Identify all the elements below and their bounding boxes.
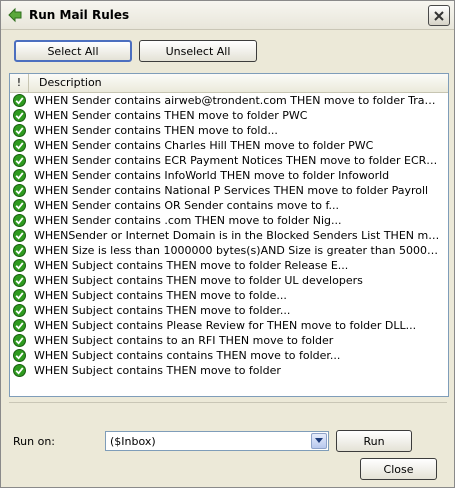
flag-column-header[interactable]: ! [10, 74, 29, 92]
checked-checkbox-icon[interactable] [10, 259, 28, 272]
rule-description: WHENSender or Internet Domain is in the … [34, 229, 446, 242]
rule-description: WHEN Sender contains OR Sender contains … [34, 199, 340, 212]
close-icon [434, 10, 444, 21]
rule-description: WHEN Sender contains airweb@trondent.com… [34, 94, 441, 107]
rule-row[interactable]: WHEN Subject contains contains THEN move… [10, 348, 446, 363]
rule-description: WHEN Sender contains InfoWorld THEN move… [34, 169, 390, 182]
rule-row[interactable]: WHEN Subject contains THEN move to folde… [10, 363, 446, 378]
rules-list[interactable]: ! Description WHEN Sender contains airwe… [9, 73, 449, 397]
list-header: ! Description [10, 74, 448, 93]
rule-row[interactable]: WHEN Sender contains OR Sender contains … [10, 198, 446, 213]
checked-checkbox-icon[interactable] [10, 169, 28, 182]
rule-description: WHEN Subject contains to an RFI THEN mov… [34, 334, 334, 347]
rule-row[interactable]: WHEN Sender contains National P Services… [10, 183, 446, 198]
checked-checkbox-icon[interactable] [10, 214, 28, 227]
close-window-button[interactable] [428, 5, 450, 26]
rule-row[interactable]: WHEN Size is less than 1000000 bytes(s)A… [10, 243, 446, 258]
rule-description: WHEN Sender contains Charles Hill THEN m… [34, 139, 374, 152]
rule-description: WHEN Subject contains THEN move to folde… [34, 259, 349, 272]
run-on-label: Run on: [13, 435, 55, 448]
checked-checkbox-icon[interactable] [10, 289, 28, 302]
rule-description: WHEN Subject contains THEN move to folde… [34, 274, 363, 287]
rule-row[interactable]: WHEN Sender contains THEN move to fold..… [10, 123, 446, 138]
window-title: Run Mail Rules [29, 8, 130, 22]
mail-rules-icon [8, 7, 22, 23]
rule-description: WHEN Sender contains .com THEN move to f… [34, 214, 342, 227]
close-button[interactable]: Close [360, 458, 437, 480]
rule-row[interactable]: WHENSender or Internet Domain is in the … [10, 228, 446, 243]
rule-description: WHEN Size is less than 1000000 bytes(s)A… [34, 244, 446, 257]
rule-row[interactable]: WHEN Sender contains Charles Hill THEN m… [10, 138, 446, 153]
checked-checkbox-icon[interactable] [10, 94, 28, 107]
rule-row[interactable]: WHEN Subject contains THEN move to folde… [10, 258, 446, 273]
run-button[interactable]: Run [336, 430, 412, 452]
rule-row[interactable]: WHEN Subject contains to an RFI THEN mov… [10, 333, 446, 348]
checked-checkbox-icon[interactable] [10, 274, 28, 287]
rule-description: WHEN Subject contains THEN move to folde… [34, 304, 291, 317]
rule-description: WHEN Subject contains contains THEN move… [34, 349, 341, 362]
rules-rows: WHEN Sender contains airweb@trondent.com… [10, 93, 446, 378]
checked-checkbox-icon[interactable] [10, 154, 28, 167]
chevron-down-icon[interactable] [311, 433, 327, 449]
run-on-select[interactable]: ($Inbox) [105, 431, 329, 451]
rule-row[interactable]: WHEN Subject contains Please Review for … [10, 318, 446, 333]
rule-description: WHEN Sender contains ECR Payment Notices… [34, 154, 446, 167]
rule-row[interactable]: WHEN Subject contains THEN move to folde… [10, 303, 446, 318]
checked-checkbox-icon[interactable] [10, 244, 28, 257]
checked-checkbox-icon[interactable] [10, 229, 28, 242]
checked-checkbox-icon[interactable] [10, 184, 28, 197]
checked-checkbox-icon[interactable] [10, 124, 28, 137]
rule-row[interactable]: WHEN Sender contains ECR Payment Notices… [10, 153, 446, 168]
rule-description: WHEN Subject contains THEN move to folde… [34, 289, 287, 302]
select-all-button[interactable]: Select All [14, 40, 132, 62]
rule-row[interactable]: WHEN Sender contains InfoWorld THEN move… [10, 168, 446, 183]
run-on-value: ($Inbox) [110, 434, 156, 448]
checked-checkbox-icon[interactable] [10, 364, 28, 377]
checked-checkbox-icon[interactable] [10, 304, 28, 317]
rule-description: WHEN Sender contains National P Services… [34, 184, 429, 197]
checked-checkbox-icon[interactable] [10, 319, 28, 332]
checked-checkbox-icon[interactable] [10, 109, 28, 122]
checked-checkbox-icon[interactable] [10, 139, 28, 152]
rule-description: WHEN Sender contains THEN move to fold..… [34, 124, 278, 137]
description-column-header[interactable]: Description [29, 74, 448, 92]
checked-checkbox-icon[interactable] [10, 199, 28, 212]
run-mail-rules-dialog: Run Mail Rules Select All Unselect All !… [0, 0, 455, 488]
rule-row[interactable]: WHEN Sender contains .com THEN move to f… [10, 213, 446, 228]
rule-row[interactable]: WHEN Sender contains THEN move to folder… [10, 108, 446, 123]
rule-row[interactable]: WHEN Sender contains airweb@trondent.com… [10, 93, 446, 108]
rule-description: WHEN Subject contains THEN move to folde… [34, 364, 281, 377]
rule-row[interactable]: WHEN Subject contains THEN move to folde… [10, 288, 446, 303]
rule-row[interactable]: WHEN Subject contains THEN move to folde… [10, 273, 446, 288]
rule-description: WHEN Sender contains THEN move to folder… [34, 109, 308, 122]
checked-checkbox-icon[interactable] [10, 334, 28, 347]
checked-checkbox-icon[interactable] [10, 349, 28, 362]
rule-description: WHEN Subject contains Please Review for … [34, 319, 417, 332]
divider [9, 402, 447, 403]
unselect-all-button[interactable]: Unselect All [139, 40, 257, 62]
title-bar: Run Mail Rules [1, 1, 454, 30]
